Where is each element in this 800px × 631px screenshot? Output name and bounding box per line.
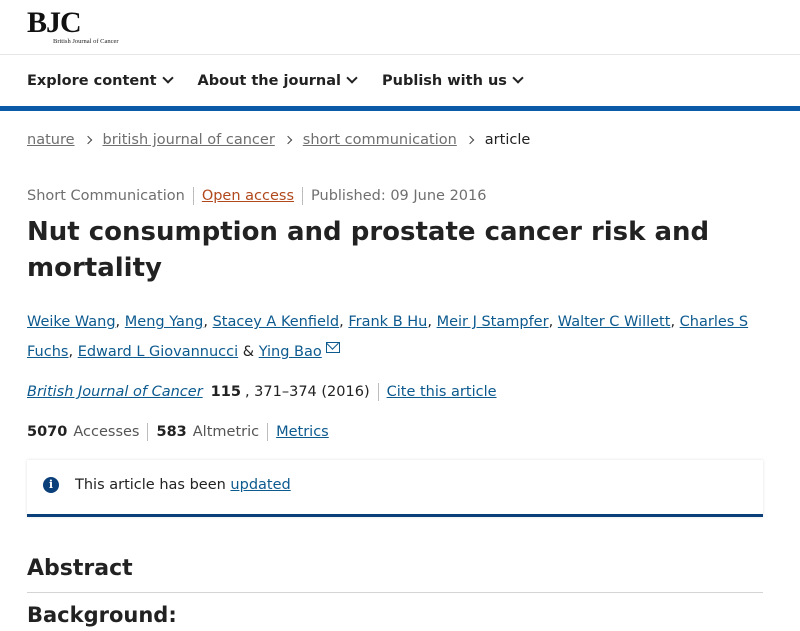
article-meta: Short Communication Open access Publishe… — [27, 187, 486, 205]
update-notice: i This article has been updated — [27, 460, 763, 517]
notice-message: This article has been updated — [75, 477, 291, 493]
logo-text: BJC — [27, 6, 82, 39]
altmetric-count: 583 — [156, 424, 187, 440]
altmetric-label: Altmetric — [192, 424, 260, 440]
author-separator: , — [548, 314, 554, 330]
accesses-count: 5070 — [27, 424, 68, 440]
info-icon: i — [43, 477, 59, 493]
author-link[interactable]: Walter C Willett — [558, 314, 671, 330]
author-link[interactable]: Frank B Hu — [348, 314, 427, 330]
cite-article-link[interactable]: Cite this article — [387, 384, 497, 400]
header-divider — [0, 54, 800, 55]
volume: 115 — [210, 384, 241, 400]
open-access-link[interactable]: Open access — [202, 188, 294, 204]
nav-publish-with-us[interactable]: Publish with us — [382, 70, 524, 92]
main-nav: Explore content About the journal Publis… — [27, 70, 548, 92]
author-list: Weike Wang, Meng Yang, Stacey A Kenfield… — [27, 307, 767, 367]
abstract-divider — [27, 592, 763, 593]
citation-line: British Journal of Cancer 115 , 371–374 … — [27, 383, 497, 401]
breadcrumb-current: article — [484, 132, 531, 148]
author-separator: , — [115, 314, 121, 330]
divider — [377, 383, 379, 401]
chevron-right-icon — [283, 135, 293, 145]
site-header: BJC British Journal of Cancer — [0, 0, 800, 54]
journal-logo[interactable]: BJC British Journal of Cancer — [27, 6, 119, 46]
divider — [192, 187, 194, 205]
notice-text: This article has been — [75, 477, 226, 493]
chevron-down-icon — [161, 72, 174, 84]
nav-label: Explore content — [27, 73, 157, 89]
background-heading: Background: — [27, 603, 177, 627]
divider — [302, 187, 304, 205]
nav-about-journal[interactable]: About the journal — [197, 70, 358, 92]
nav-label: Publish with us — [382, 73, 507, 89]
author-separator: , — [670, 314, 676, 330]
author-separator: , — [427, 314, 432, 330]
author-link[interactable]: Meir J Stampfer — [437, 314, 549, 330]
nav-label: About the journal — [197, 73, 342, 89]
journal-link[interactable]: British Journal of Cancer — [27, 384, 203, 400]
author-link[interactable]: Meng Yang — [125, 314, 204, 330]
breadcrumb: nature british journal of cancer short c… — [27, 132, 530, 148]
chevron-down-icon — [512, 72, 524, 84]
author-separator: , — [203, 314, 208, 330]
nav-explore-content[interactable]: Explore content — [27, 70, 174, 92]
author-link[interactable]: Ying Bao — [259, 344, 322, 360]
abstract-heading: Abstract — [27, 556, 133, 581]
author-link[interactable]: Weike Wang — [27, 314, 116, 330]
breadcrumb-journal[interactable]: british journal of cancer — [103, 132, 275, 148]
updated-link[interactable]: updated — [230, 477, 290, 493]
divider — [267, 423, 269, 441]
chevron-right-icon — [83, 135, 92, 145]
metrics-link[interactable]: Metrics — [276, 424, 329, 440]
article-metrics: 5070 Accesses 583 Altmetric Metrics — [27, 423, 329, 441]
nav-accent-bar — [0, 106, 800, 111]
breadcrumb-section[interactable]: short communication — [303, 132, 457, 148]
divider — [147, 423, 149, 441]
email-icon[interactable] — [325, 342, 340, 353]
chevron-down-icon — [346, 72, 358, 84]
author-separator: , — [68, 344, 74, 360]
breadcrumb-nature[interactable]: nature — [27, 132, 75, 148]
published-date: Published: 09 June 2016 — [311, 188, 487, 204]
pages-year: , 371–374 (2016) — [244, 384, 370, 400]
article-title: Nut consumption and prostate cancer risk… — [27, 217, 710, 283]
author-separator: , — [339, 314, 344, 330]
author-link[interactable]: Edward L Giovannucci — [78, 344, 238, 360]
author-link[interactable]: Stacey A Kenfield — [213, 314, 340, 330]
author-ampersand: & — [242, 344, 255, 360]
accesses-label: Accesses — [73, 424, 140, 440]
logo-subtitle: British Journal of Cancer — [53, 38, 119, 45]
chevron-right-icon — [465, 135, 475, 145]
article-type: Short Communication — [27, 188, 185, 204]
